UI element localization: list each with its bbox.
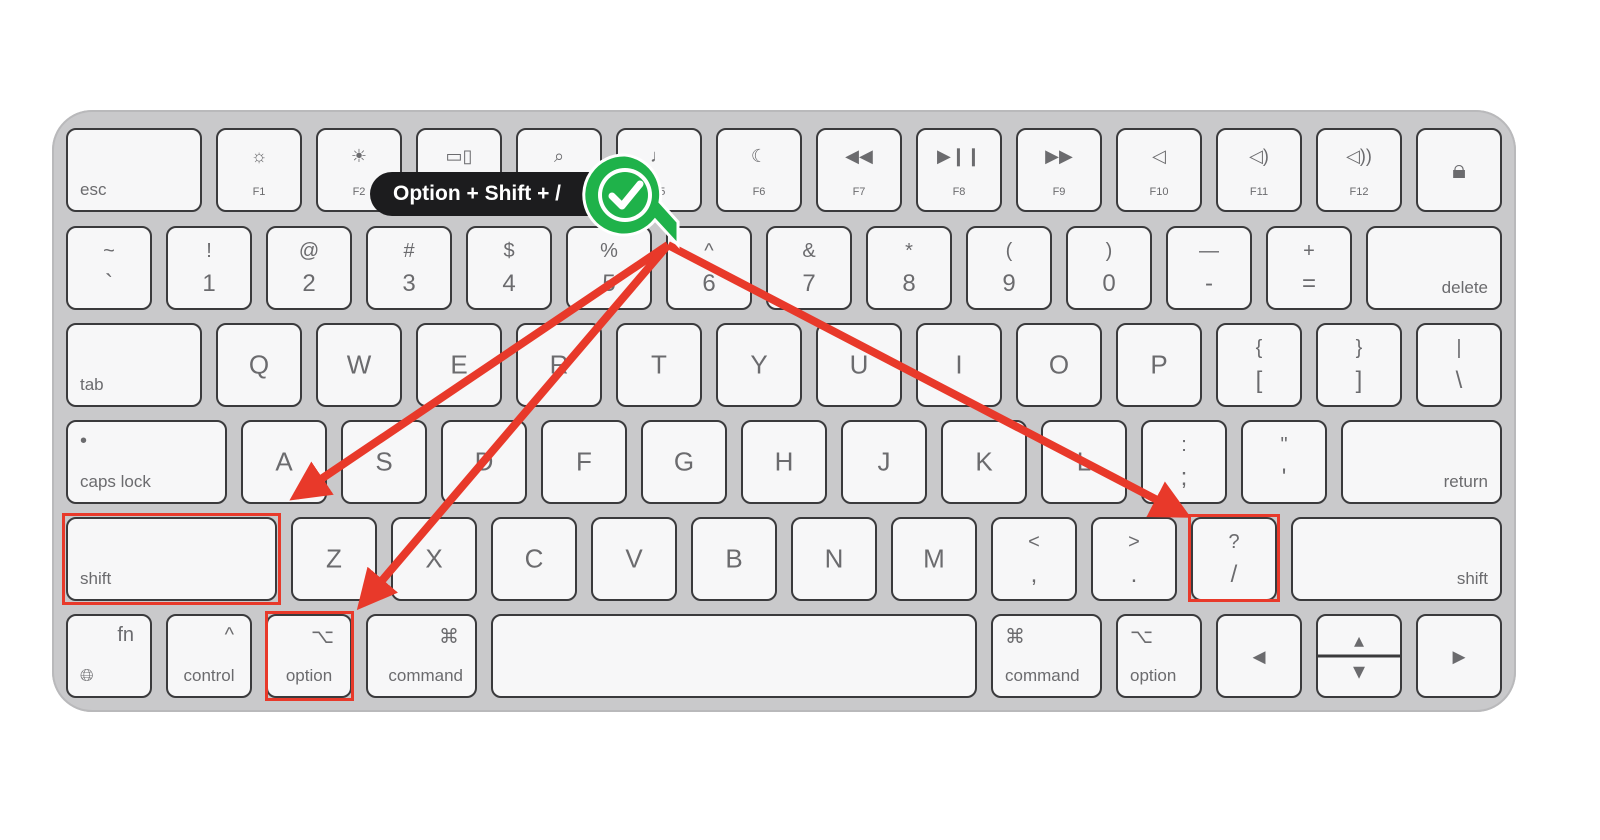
annotation-overlay (289, 241, 1192, 611)
checkmark-badge (582, 153, 680, 249)
arrow-to-slash (666, 241, 1192, 518)
